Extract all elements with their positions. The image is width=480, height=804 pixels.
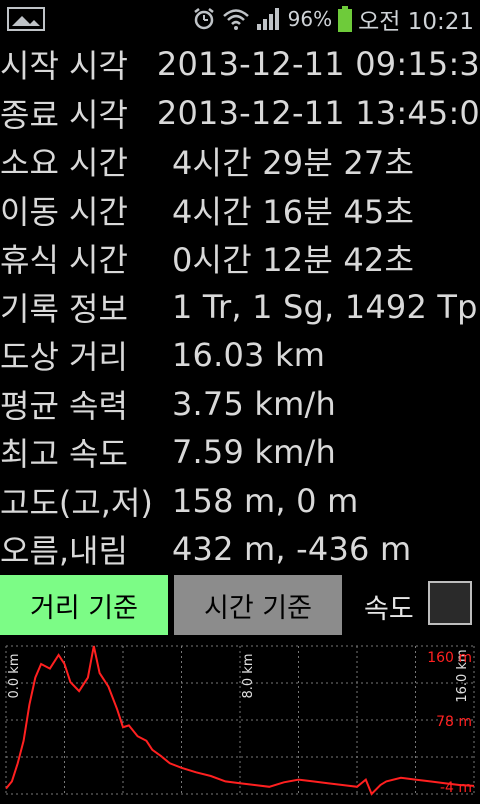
row-value: 7.59 km/h <box>172 433 336 472</box>
rest-time-row: 휴식 시간 0시간 12분 42초 <box>0 234 480 283</box>
y-tick-label: 160 m <box>427 650 472 666</box>
row-label: 최고 속도 <box>0 435 128 474</box>
row-label: 도상 거리 <box>0 338 128 377</box>
y-tick-label: 78 m <box>436 714 472 730</box>
row-value: 16.03 km <box>172 336 326 375</box>
chart-controls: 거리 기준 시간 기준 속도 <box>0 575 480 637</box>
row-value: 432 m, -436 m <box>172 530 412 569</box>
row-value: 1 Tr, 1 Sg, 1492 Tp <box>172 287 478 326</box>
row-value: 2013-12-11 09:15:3 <box>156 45 480 84</box>
average-speed-row: 평균 속력 3.75 km/h <box>0 380 480 429</box>
record-info-row: 기록 정보 1 Tr, 1 Sg, 1492 Tp <box>0 283 480 332</box>
row-label: 종료 시각 <box>0 95 128 134</box>
row-value: 3.75 km/h <box>172 384 336 423</box>
wifi-icon <box>222 9 249 30</box>
clock-time: 오전 10:21 <box>358 9 474 35</box>
speed-checkbox-label: 속도 <box>364 594 414 625</box>
status-bar: 96% 오전 10:21 <box>0 0 480 38</box>
altitude-row: 고도(고,저) 158 m, 0 m <box>0 477 480 526</box>
row-label: 이동 시간 <box>0 192 128 231</box>
speed-checkbox[interactable] <box>428 581 472 625</box>
row-label: 고도(고,저) <box>0 483 153 522</box>
row-label: 소요 시간 <box>0 144 128 183</box>
battery-icon <box>338 6 353 32</box>
track-info-list: 시작 시각 2013-12-11 09:15:3 종료 시각 2013-12-1… <box>0 40 480 574</box>
elevation-chart-svg: 0.0 km 8.0 km 16.0 km160 m78 m-4 m <box>5 645 475 796</box>
time-basis-button[interactable]: 시간 기준 <box>174 575 342 635</box>
gallery-icon <box>7 7 45 31</box>
map-distance-row: 도상 거리 16.03 km <box>0 331 480 380</box>
signal-icon <box>256 8 279 30</box>
row-label: 오름,내림 <box>0 532 128 571</box>
row-label: 기록 정보 <box>0 289 128 328</box>
alarm-clock-icon <box>193 8 214 30</box>
row-value: 4시간 29분 27초 <box>172 144 415 183</box>
row-label: 평균 속력 <box>0 386 128 425</box>
row-label: 시작 시각 <box>0 47 128 86</box>
row-value: 2013-12-11 13:45:0 <box>156 93 480 132</box>
end-time-row: 종료 시각 2013-12-11 13:45:0 <box>0 89 480 138</box>
max-speed-row: 최고 속도 7.59 km/h <box>0 428 480 477</box>
row-value: 158 m, 0 m <box>172 481 359 520</box>
x-tick-label: 8.0 km <box>241 654 256 699</box>
ascent-descent-row: 오름,내림 432 m, -436 m <box>0 525 480 574</box>
moving-time-row: 이동 시간 4시간 16분 45초 <box>0 186 480 235</box>
start-time-row: 시작 시각 2013-12-11 09:15:3 <box>0 40 480 89</box>
elapsed-time-row: 소요 시간 4시간 29분 27초 <box>0 137 480 186</box>
elevation-chart[interactable]: 0.0 km 8.0 km 16.0 km 160 m 78 m -4 m <box>0 640 480 800</box>
row-label: 휴식 시간 <box>0 241 128 280</box>
battery-percent: 96% <box>287 7 333 31</box>
x-tick-label: 0.0 km <box>7 654 22 699</box>
distance-basis-button[interactable]: 거리 기준 <box>0 575 168 635</box>
row-value: 0시간 12분 42초 <box>172 241 415 280</box>
row-value: 4시간 16분 45초 <box>172 192 415 231</box>
